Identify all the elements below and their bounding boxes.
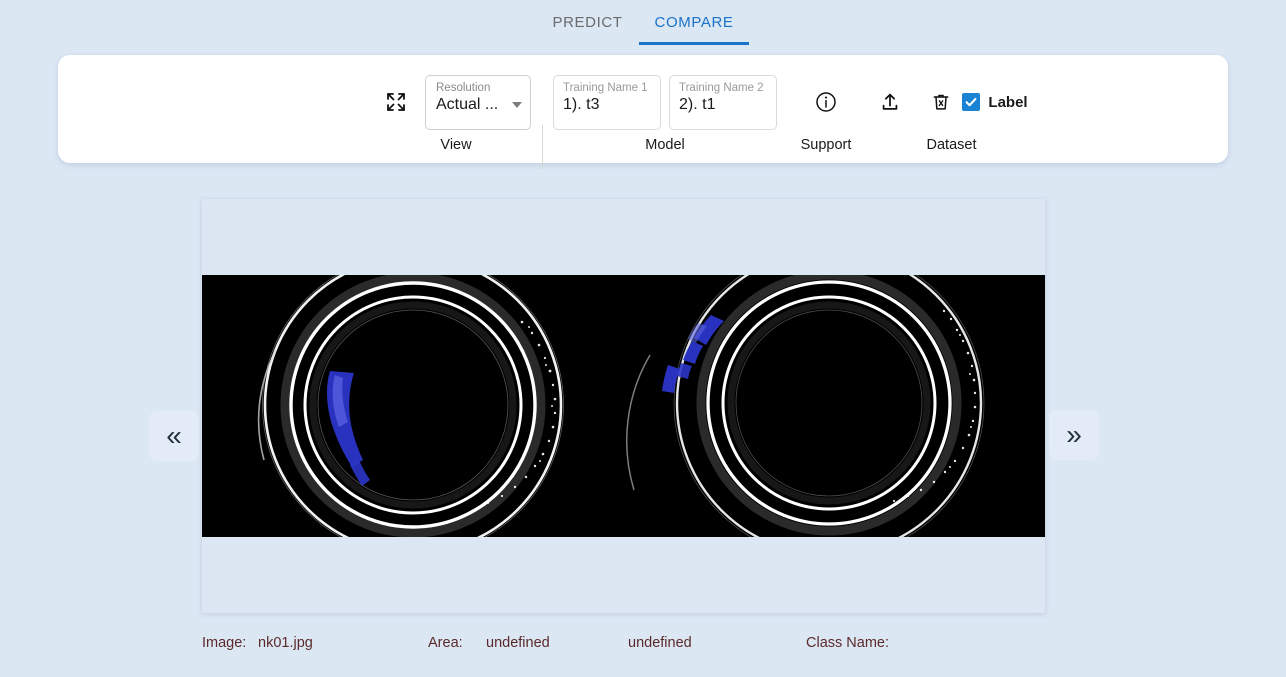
toolbar-divider	[542, 125, 543, 169]
training-name-1-field[interactable]: Training Name 1 1). t3	[553, 74, 661, 130]
group-label-dataset: Dataset	[926, 137, 977, 153]
fullscreen-expand-icon[interactable]	[381, 87, 411, 117]
resolution-select-value: Actual ...	[436, 95, 499, 113]
info-image-key: Image:	[202, 635, 247, 651]
comparison-image-strip	[202, 275, 1045, 537]
left-image-ground-truth[interactable]	[202, 275, 624, 537]
group-label-support: Support	[800, 137, 852, 153]
toolbar-group-support: Support	[784, 69, 868, 153]
right-image-graphic	[623, 275, 1045, 537]
toolbar-group-dataset: Label Dataset	[870, 69, 1033, 153]
next-image-button[interactable]: »	[1049, 410, 1099, 460]
chevron-double-left-icon: «	[166, 420, 182, 451]
label-checkbox[interactable]	[962, 93, 981, 111]
toolbar-group-model: Training Name 1 1). t3 Training Name 2 2…	[550, 69, 780, 153]
resolution-select[interactable]: Resolution Actual ...	[425, 74, 531, 130]
group-label-view: View	[440, 137, 472, 153]
label-checkbox-wrap[interactable]: Label	[962, 93, 1028, 111]
tab-compare-label: COMPARE	[654, 14, 734, 31]
delete-trash-x-icon[interactable]	[929, 87, 953, 117]
training-name-1-value: 1). t3	[563, 95, 600, 113]
chevron-double-right-icon: »	[1066, 419, 1082, 450]
training-name-2-value: 2). t1	[679, 95, 716, 113]
toolbar-group-view: Resolution Actual ... View	[370, 69, 542, 153]
info-class-name-key: Class Name:	[806, 635, 889, 651]
left-image-graphic	[202, 275, 624, 537]
info-image-value: nk01.jpg	[258, 635, 313, 651]
view-controls-row: Resolution Actual ...	[381, 69, 531, 135]
support-controls-row	[811, 69, 841, 135]
tab-bar: PREDICT COMPARE	[0, 0, 1286, 45]
dataset-delete-and-label: Label	[929, 87, 1028, 117]
training-name-2-field[interactable]: Training Name 2 2). t1	[669, 74, 777, 130]
resolution-value-row: Actual ...	[436, 96, 522, 114]
resolution-select-label: Resolution	[436, 81, 491, 94]
tab-predict[interactable]: PREDICT	[537, 0, 639, 45]
chevron-down-icon	[512, 101, 522, 108]
toolbar-inner: Resolution Actual ... View Training Name…	[58, 55, 1228, 169]
group-label-model: Model	[645, 137, 685, 153]
info-area-value-2: undefined	[628, 635, 692, 651]
model-controls-row: Training Name 1 1). t3 Training Name 2 2…	[553, 69, 777, 135]
training-name-2-label: Training Name 2	[679, 81, 764, 94]
label-checkbox-text: Label	[988, 93, 1028, 111]
upload-icon[interactable]	[875, 87, 905, 117]
dataset-controls-row: Label	[875, 69, 1028, 135]
image-info-bar: Image: nk01.jpg Area: undefined undefine…	[202, 635, 1202, 659]
image-viewer-panel	[202, 199, 1045, 613]
right-image-prediction[interactable]	[623, 275, 1046, 537]
training-name-1-label: Training Name 1	[563, 81, 648, 94]
toolbar-card: Resolution Actual ... View Training Name…	[58, 55, 1228, 169]
info-area-key: Area:	[428, 635, 463, 651]
info-circle-icon[interactable]	[811, 87, 841, 117]
previous-image-button[interactable]: «	[149, 411, 199, 461]
tab-compare[interactable]: COMPARE	[638, 0, 750, 45]
info-area-value-1: undefined	[486, 635, 550, 651]
tab-predict-label: PREDICT	[552, 14, 623, 31]
